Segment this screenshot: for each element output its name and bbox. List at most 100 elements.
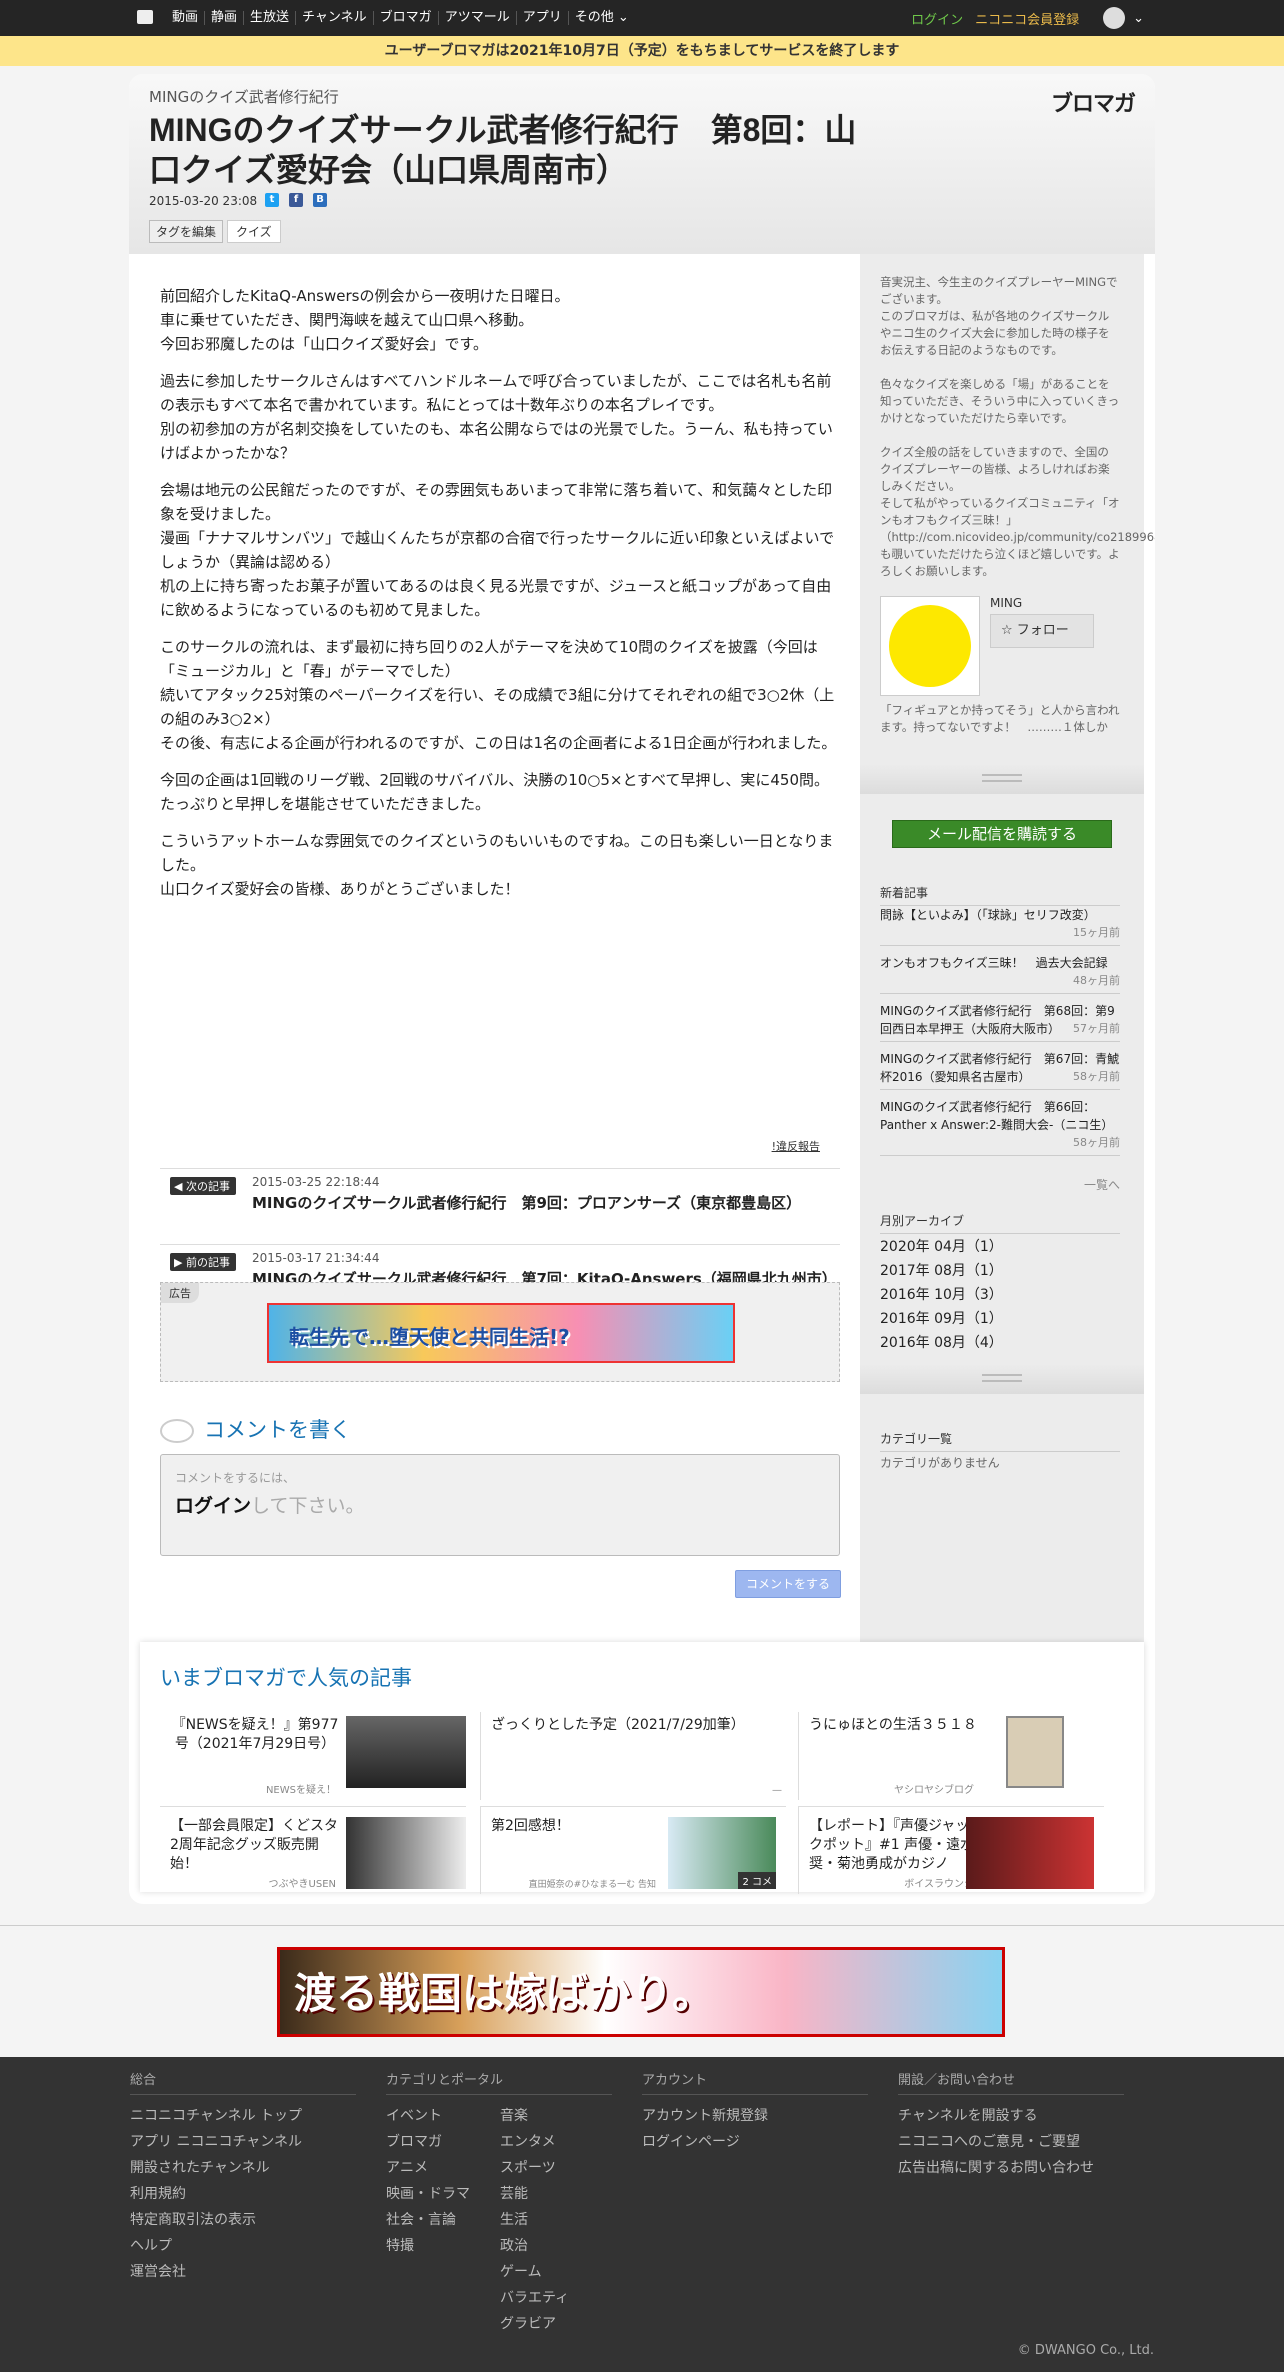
footer-link[interactable]: 運営会社: [130, 2259, 356, 2285]
footer-link[interactable]: 音楽: [500, 2103, 569, 2129]
nav-atsumaru[interactable]: アツマール: [437, 11, 516, 25]
article-paragraph: こういうアットホームな雰囲気でのクイズというのもいいものですね。この日も楽しい一…: [160, 832, 834, 898]
footer-link[interactable]: バラエティ: [500, 2285, 569, 2311]
archive-item[interactable]: 2020年 04月（1）: [880, 1236, 1003, 1256]
footer-link[interactable]: 特定商取引法の表示: [130, 2207, 356, 2233]
footer-link[interactable]: ブロマガ: [386, 2129, 500, 2155]
article-paragraph: このサークルの流れは、まず最初に持ち回りの2人がテーマを決めて10問のクイズを披…: [160, 638, 837, 752]
nav-app[interactable]: アプリ: [515, 11, 568, 25]
popular-item[interactable]: うにゅほとの生活３５１８ ヤシロヤシブログ: [798, 1712, 1104, 1800]
comment-input[interactable]: コメントをするには、 ログインして下さい。: [160, 1454, 840, 1556]
article-thumbnail: [1006, 1716, 1064, 1788]
news-item[interactable]: 問詠【といよみ】（「球詠」セリフ改変） 15ヶ月前: [880, 906, 1120, 946]
blog-name[interactable]: MINGのクイズ武者修行紀行: [149, 86, 339, 107]
archive-heading: 月別アーカイブ: [880, 1212, 1120, 1234]
next-article[interactable]: ◀ 次の記事 2015-03-25 22:18:44 MINGのクイズサークル武…: [160, 1168, 840, 1244]
archive-item[interactable]: 2016年 10月（3）: [880, 1284, 1003, 1304]
register-link[interactable]: ニコニコ会員登録: [975, 9, 1079, 28]
archive-item[interactable]: 2016年 09月（1）: [880, 1308, 1003, 1328]
login-link[interactable]: ログイン: [911, 9, 963, 28]
global-nav: 動画 静画 生放送 チャンネル ブロマガ アツマール アプリ その他 ⌄: [166, 0, 635, 36]
footer-link[interactable]: 社会・言論: [386, 2207, 500, 2233]
footer-link[interactable]: ニコニコチャンネル トップ: [130, 2103, 356, 2129]
global-header: 動画 静画 生放送 チャンネル ブロマガ アツマール アプリ その他 ⌄ ログイ…: [0, 0, 1284, 36]
footer-link[interactable]: 生活: [500, 2207, 569, 2233]
nav-blomaga[interactable]: ブロマガ: [372, 11, 438, 25]
footer-link[interactable]: ゲーム: [500, 2259, 569, 2285]
footer-link[interactable]: エンタメ: [500, 2129, 569, 2155]
footer-link[interactable]: 利用規約: [130, 2181, 356, 2207]
popular-item[interactable]: 第2回感想！ 直田姫奈の#ひなまる一む 告知 2 コメ: [480, 1806, 786, 1894]
footer-link[interactable]: アカウント新規登録: [642, 2103, 868, 2129]
popular-item[interactable]: 【レポート】『声優ジャックポット』#1 声優・遠水奨・菊池勇成がカジノ ボイスラ…: [798, 1806, 1104, 1894]
footer-link[interactable]: ログインページ: [642, 2129, 868, 2155]
niconico-logo-icon[interactable]: [137, 10, 153, 24]
sidebar: 音実況主、今生主のクイズプレーヤーMINGでございます。 このブロマガは、私が各…: [860, 254, 1155, 1644]
blog-description: 音実況主、今生主のクイズプレーヤーMINGでございます。 このブロマガは、私が各…: [880, 275, 1155, 578]
user-avatar[interactable]: [1103, 7, 1126, 29]
speech-bubble-icon: [160, 1419, 194, 1443]
chevron-down-icon[interactable]: ⌄: [1133, 11, 1144, 26]
article-title: MINGのクイズサークル武者修行紀行 第8回：山口クイズ愛好会（山口県周南市）: [149, 112, 857, 188]
footer-ad-area: 渡る戦国は嫁ばかり。: [0, 1925, 1284, 2057]
footer-ad-banner[interactable]: 渡る戦国は嫁ばかり。: [277, 1947, 1005, 2037]
tag-quiz[interactable]: クイズ: [227, 220, 281, 243]
footer-link[interactable]: ニコニコへのご意見・ご要望: [898, 2129, 1124, 2155]
footer-link[interactable]: アニメ: [386, 2155, 500, 2181]
archive-item[interactable]: 2017年 08月（1）: [880, 1260, 1003, 1280]
comment-prompt: コメントをするには、: [175, 1471, 296, 1485]
nav-video[interactable]: 動画: [166, 11, 204, 25]
profile-name[interactable]: MING: [990, 596, 1022, 610]
article-body: 前回紹介したKitaQ-Answersの例会から一夜明けた日曜日。 車に乗せてい…: [160, 284, 840, 914]
nav-channel[interactable]: チャンネル: [295, 11, 373, 25]
news-item[interactable]: MINGのクイズ武者修行紀行 第68回：第9回西日本早押王（大阪府大阪市） 57ヶ…: [880, 1002, 1120, 1042]
footer-link[interactable]: アプリ ニコニコチャンネル: [130, 2129, 356, 2155]
popular-item[interactable]: ざっくりとした予定（2021/7/29加筆） —: [480, 1712, 786, 1800]
nav-live[interactable]: 生放送: [243, 11, 295, 25]
facebook-icon[interactable]: f: [289, 193, 303, 207]
share-buttons: t f B: [265, 193, 337, 207]
edit-tags-button[interactable]: タグを編集: [149, 220, 224, 243]
footer-link[interactable]: スポーツ: [500, 2155, 569, 2181]
footer-link[interactable]: 芸能: [500, 2181, 569, 2207]
mail-subscribe-button[interactable]: メール配信を購読する: [892, 820, 1112, 848]
submit-comment-button[interactable]: コメントをする: [735, 1570, 841, 1598]
nav-seiga[interactable]: 静画: [204, 11, 243, 25]
ad-banner[interactable]: 転生先で…堕天使と共同生活!?: [267, 1303, 735, 1363]
news-item[interactable]: MINGのクイズ武者修行紀行 第66回：Panther x Answer:2-難…: [880, 1098, 1120, 1156]
article-paragraph: 今回の企画は1回戦のリーグ戦、2回戦のサバイバル、決勝の10○5×とすべて早押し…: [160, 771, 830, 813]
ad-label: 広告: [161, 1283, 199, 1303]
ad-banner-text: 転生先で…堕天使と共同生活!?: [289, 1325, 570, 1349]
comment-login-link[interactable]: ログイン: [175, 1495, 251, 1517]
profile-image[interactable]: [880, 596, 980, 696]
article-thumbnail: [966, 1817, 1094, 1889]
site-footer: 総合 ニコニコチャンネル トップ アプリ ニコニコチャンネル 開設されたチャンネ…: [0, 2057, 1284, 2372]
archive-item[interactable]: 2016年 08月（4）: [880, 1332, 1003, 1352]
star-icon: ☆: [1001, 623, 1013, 638]
popular-item[interactable]: 『NEWSを疑え！』第977号（2021年7月29日号） NEWSを疑え！: [160, 1712, 466, 1800]
footer-link[interactable]: 特撮: [386, 2233, 500, 2259]
twitter-icon[interactable]: t: [265, 193, 279, 207]
comment-count-badge: 2 コメ: [738, 1872, 776, 1889]
footer-link[interactable]: ヘルプ: [130, 2233, 356, 2259]
news-more-link[interactable]: 一覧へ: [880, 1176, 1120, 1193]
next-article-title[interactable]: MINGのクイズサークル武者修行紀行 第9回：プロアンサーズ（東京都豊島区）: [252, 1193, 832, 1213]
footer-link[interactable]: 映画・ドラマ: [386, 2181, 500, 2207]
footer-link[interactable]: グラビア: [500, 2311, 569, 2337]
footer-col-account: アカウント アカウント新規登録 ログインページ: [642, 2069, 868, 2155]
footer-link[interactable]: イベント: [386, 2103, 500, 2129]
news-item[interactable]: MINGのクイズ武者修行紀行 第67回：青鯱杯2016（愛知県名古屋市） 58ヶ月…: [880, 1050, 1120, 1090]
hatena-bookmark-icon[interactable]: B: [313, 193, 327, 207]
follow-button[interactable]: ☆ フォロー: [990, 614, 1094, 648]
footer-link[interactable]: 開設されたチャンネル: [130, 2155, 356, 2181]
footer-link[interactable]: 政治: [500, 2233, 569, 2259]
footer-col-general: 総合 ニコニコチャンネル トップ アプリ ニコニコチャンネル 開設されたチャンネ…: [130, 2069, 356, 2285]
popular-item[interactable]: 【一部会員限定】くどスタ2周年記念グッズ販売開始！ つぶやきUSEN: [160, 1806, 466, 1894]
report-link[interactable]: !違反報告: [772, 1138, 820, 1154]
footer-link[interactable]: チャンネルを開設する: [898, 2103, 1124, 2129]
news-item[interactable]: オンもオフもクイズ三昧！ 過去大会記録 48ヶ月前: [880, 954, 1120, 994]
blomaga-logo[interactable]: ブロマガ: [1051, 86, 1136, 118]
footer-link[interactable]: 広告出稿に関するお問い合わせ: [898, 2155, 1124, 2181]
footer-col-category: カテゴリとポータル イベント ブロマガ アニメ 映画・ドラマ 社会・言論 特撮 …: [386, 2069, 612, 2337]
nav-more[interactable]: その他 ⌄: [567, 11, 635, 25]
